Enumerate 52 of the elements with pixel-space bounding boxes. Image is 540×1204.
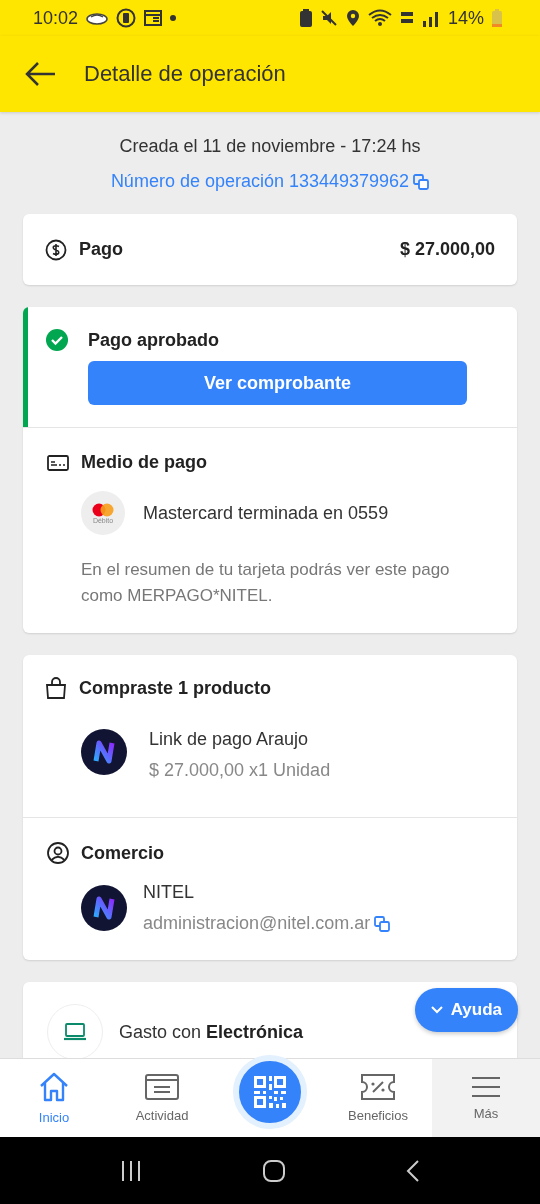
menu-icon: [471, 1075, 501, 1098]
merchant-logo-icon: [81, 729, 127, 775]
chevron-down-icon: [430, 1006, 443, 1014]
screen-title: Detalle de operación: [84, 61, 286, 87]
payment-amount: $ 27.000,00: [399, 239, 495, 260]
battery-icon: [492, 9, 502, 27]
location-icon: [345, 9, 360, 27]
activity-icon: [145, 1073, 179, 1100]
shopping-bag-icon: [45, 677, 67, 699]
wifi-icon: [367, 9, 392, 27]
card-icon: [47, 454, 69, 471]
copy-icon[interactable]: [374, 915, 391, 932]
status-title: Pago aprobado: [88, 329, 219, 351]
recent-apps-icon[interactable]: [120, 1159, 142, 1182]
mastercard-icon: [92, 502, 114, 517]
view-receipt-button[interactable]: Ver comprobante: [88, 361, 467, 405]
laptop-icon: [63, 1023, 87, 1041]
back-arrow-icon[interactable]: [24, 61, 56, 87]
payment-label: Pago: [79, 239, 123, 260]
merchant-name: NITEL: [143, 882, 195, 903]
help-button[interactable]: Ayuda: [414, 988, 518, 1032]
coupon-icon: [361, 1073, 395, 1100]
signal-icon: [421, 9, 440, 27]
mute-icon: [319, 9, 338, 27]
copy-icon[interactable]: [413, 173, 430, 190]
operation-number: Número de operación 133449379962: [110, 171, 410, 192]
merchant-email: administracion@nitel.com.ar: [143, 913, 371, 934]
battery-percentage: 14%: [447, 7, 484, 29]
check-icon: [46, 329, 68, 351]
category-text: Gasto con Electrónica: [119, 1021, 305, 1043]
notification-icon: [86, 10, 109, 26]
dollar-icon: [45, 238, 67, 261]
home-icon: [38, 1071, 70, 1102]
payment-method-title: Medio de pago: [81, 452, 207, 473]
merchant-logo-icon: [81, 885, 127, 931]
notification-icon: [116, 8, 137, 28]
creation-date: Creada el 11 de noviembre - 17:24 hs: [119, 136, 421, 157]
product-price: $ 27.000,00 x1 Unidad: [149, 760, 331, 781]
clock: 10:02: [33, 7, 79, 29]
calendar-icon: [144, 10, 163, 26]
dot-icon: [170, 15, 177, 21]
back-icon[interactable]: [406, 1158, 420, 1183]
statement-note: En el resumen de tu tarjeta podrás ver este pago como MERPAGO*NITEL.: [80, 559, 451, 607]
user-icon: [47, 842, 69, 864]
battery-saver-icon: [299, 9, 312, 27]
card-description: Mastercard terminada en 0559: [143, 502, 389, 524]
merchant-title: Comercio: [81, 842, 165, 864]
nav-tab[interactable]: Más: [432, 1059, 540, 1137]
home-button-icon[interactable]: [262, 1158, 286, 1183]
products-title: Compraste 1 producto: [79, 677, 272, 699]
qr-code-icon: [253, 1075, 287, 1109]
product-name: Link de pago Araujo: [149, 729, 310, 750]
